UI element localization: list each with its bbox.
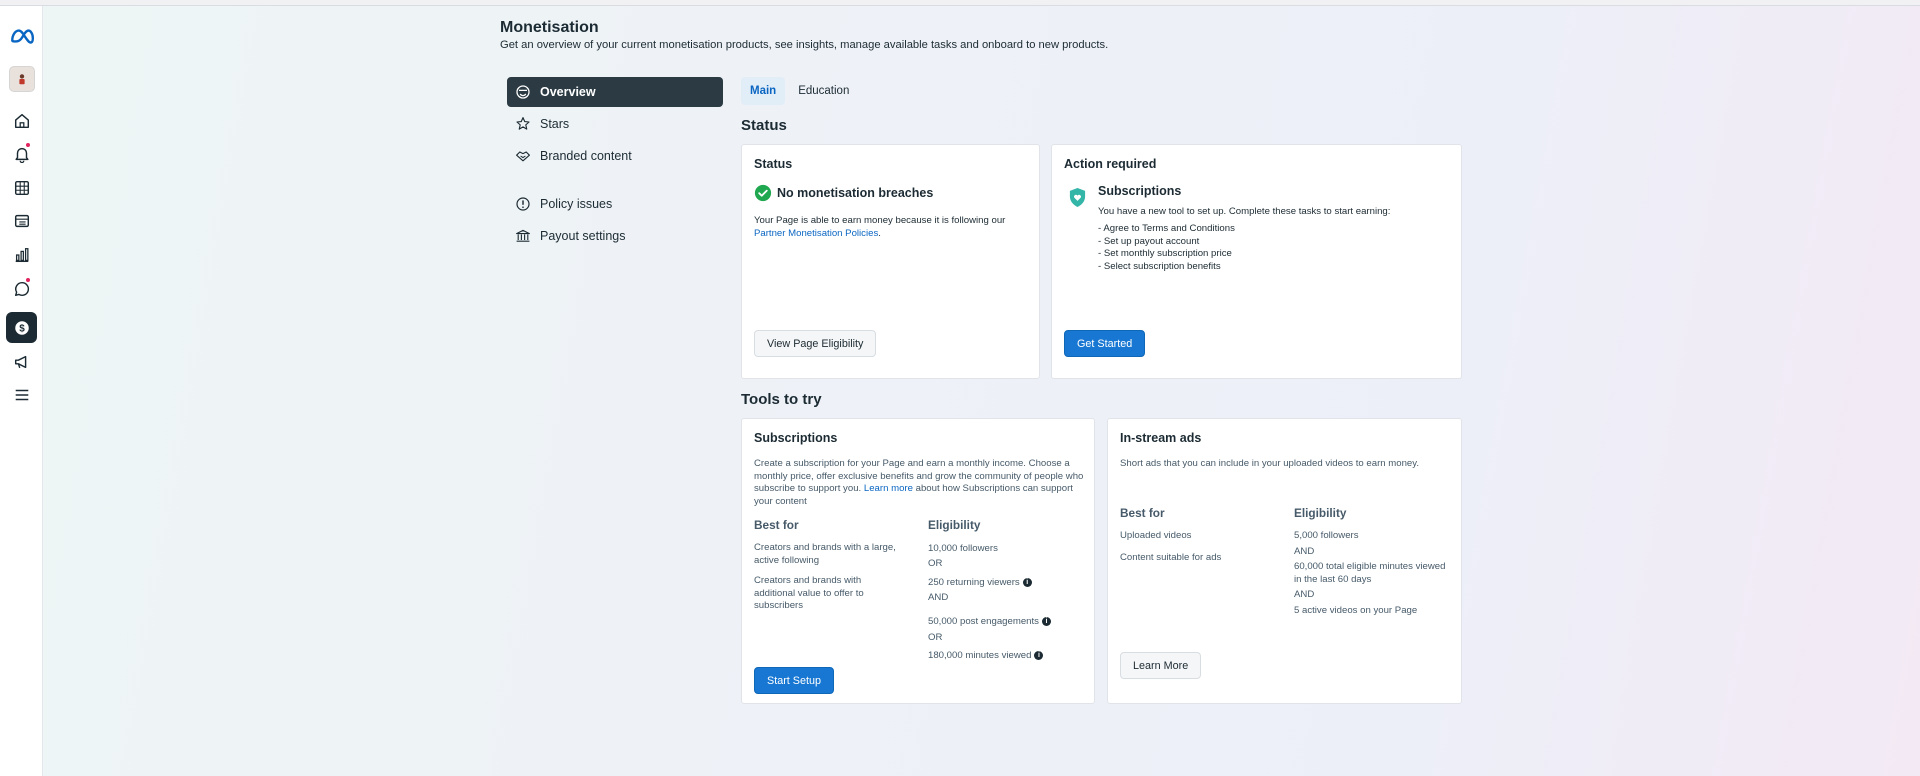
nav-item-policy-issues[interactable]: Policy issues [507,189,723,219]
nav-item-branded-content[interactable]: Branded content [507,141,723,171]
tab-education[interactable]: Education [789,77,858,105]
star-icon [514,115,532,133]
alert-icon [514,195,532,213]
list-item: Creators and brands with additional valu… [754,575,864,611]
pages-icon[interactable] [6,205,37,236]
list-item: - Set monthly subscription price [1098,248,1232,259]
bank-icon [514,227,532,245]
best-for-heading: Best for [754,518,799,532]
list-item: 50,000 post engagements [928,616,1039,627]
partner-policies-link[interactable]: Partner Monetisation Policies [754,228,878,239]
start-setup-button[interactable]: Start Setup [754,667,835,694]
list-item: OR [928,558,943,569]
page-title: Monetisation [500,19,599,36]
home-icon[interactable] [6,105,37,136]
list-item: Content suitable for ads [1120,551,1222,563]
list-item: AND [1294,545,1315,557]
browser-top-edge [0,0,1920,6]
eligibility-heading: Eligibility [928,518,981,532]
list-item: - Agree to Terms and Conditions [1098,223,1235,234]
chat-icon[interactable] [6,273,37,304]
info-icon[interactable]: i [1034,650,1044,660]
instream-ads-card: In-stream ads Short ads that you can inc… [1107,418,1462,704]
get-started-button[interactable]: Get Started [1064,330,1146,357]
list-item: 60,000 total eligible minutes viewed in … [1294,561,1446,585]
nav-item-label: Branded content [540,149,632,163]
list-item: 10,000 followers [928,543,998,554]
avatar [8,65,35,92]
insights-icon[interactable] [6,239,37,270]
list-item: 180,000 minutes viewed [928,650,1032,661]
list-item: - Set up payout account [1098,235,1200,247]
notification-dot [25,277,31,283]
menu-icon[interactable] [6,379,37,410]
list-item: Uploaded videos [1120,530,1192,541]
action-intro: You have a new tool to set up. Complete … [1098,206,1391,217]
table-icon[interactable] [6,172,37,203]
instream-description: Short ads that you can include in your u… [1120,458,1420,469]
status-section-title: Status [741,117,787,134]
view-page-eligibility-button[interactable]: View Page Eligibility [754,330,877,357]
list-item: OR [928,632,943,643]
status-card: Status No monetisation breaches Your Pag… [741,144,1040,379]
page-avatar[interactable] [6,63,37,94]
nav-item-label: Policy issues [540,197,613,211]
instream-title: In-stream ads [1120,431,1202,445]
task-list: - Agree to Terms and Conditions - Set up… [1098,223,1235,273]
best-for-heading: Best for [1120,506,1165,520]
subscriptions-card: Subscriptions Create a subscription for … [741,418,1095,704]
nav-item-label: Stars [540,117,570,131]
content-tabs: Main Education [741,77,862,105]
list-item: AND [928,592,949,603]
check-circle-icon [754,184,772,202]
action-headline: Subscriptions [1098,184,1182,198]
status-card-title: Status [754,157,793,171]
list-item: 5,000 followers [1294,530,1359,541]
left-rail: $ [0,6,43,776]
nav-item-payout-settings[interactable]: Payout settings [507,221,723,251]
tab-main[interactable]: Main [741,77,786,105]
action-card-title: Action required [1064,157,1157,171]
meta-logo-icon[interactable] [6,20,37,51]
learn-more-button[interactable]: Learn More [1120,652,1202,679]
bell-icon[interactable] [6,138,37,169]
svg-text:$: $ [19,323,25,334]
list-item: 250 returning viewers [928,577,1020,588]
handshake-icon [514,147,532,165]
list-item: 5 active videos on your Page [1294,604,1418,616]
status-headline: No monetisation breaches [777,186,934,200]
status-body-suffix: . [878,227,881,239]
nav-item-label: Payout settings [540,229,626,243]
nav-item-label: Overview [540,85,596,99]
list-item: AND [1294,589,1315,600]
tools-section-title: Tools to try [741,391,822,408]
smile-globe-icon [514,83,532,101]
page-subtitle: Get an overview of your current monetisa… [500,39,1109,51]
info-icon[interactable]: i [1041,616,1051,626]
eligibility-heading: Eligibility [1294,506,1347,520]
list-item: - Select subscription benefits [1098,260,1221,272]
monetisation-nav: Overview Stars Branded content Policy is… [507,77,723,253]
nav-item-overview[interactable]: Overview [507,77,723,107]
shield-heart-icon [1068,187,1087,213]
subscriptions-title: Subscriptions [754,431,838,445]
action-required-card: Action required Subscriptions You have a… [1051,144,1462,379]
status-body: Your Page is able to earn money because … [754,215,1006,226]
learn-more-link[interactable]: Learn more [864,483,913,494]
list-item: Creators and brands with a large, active… [754,542,896,566]
megaphone-icon[interactable] [6,346,37,377]
dollar-icon[interactable]: $ [6,312,37,343]
nav-item-stars[interactable]: Stars [507,109,723,139]
notification-dot [25,142,31,148]
info-icon[interactable]: i [1022,577,1032,587]
